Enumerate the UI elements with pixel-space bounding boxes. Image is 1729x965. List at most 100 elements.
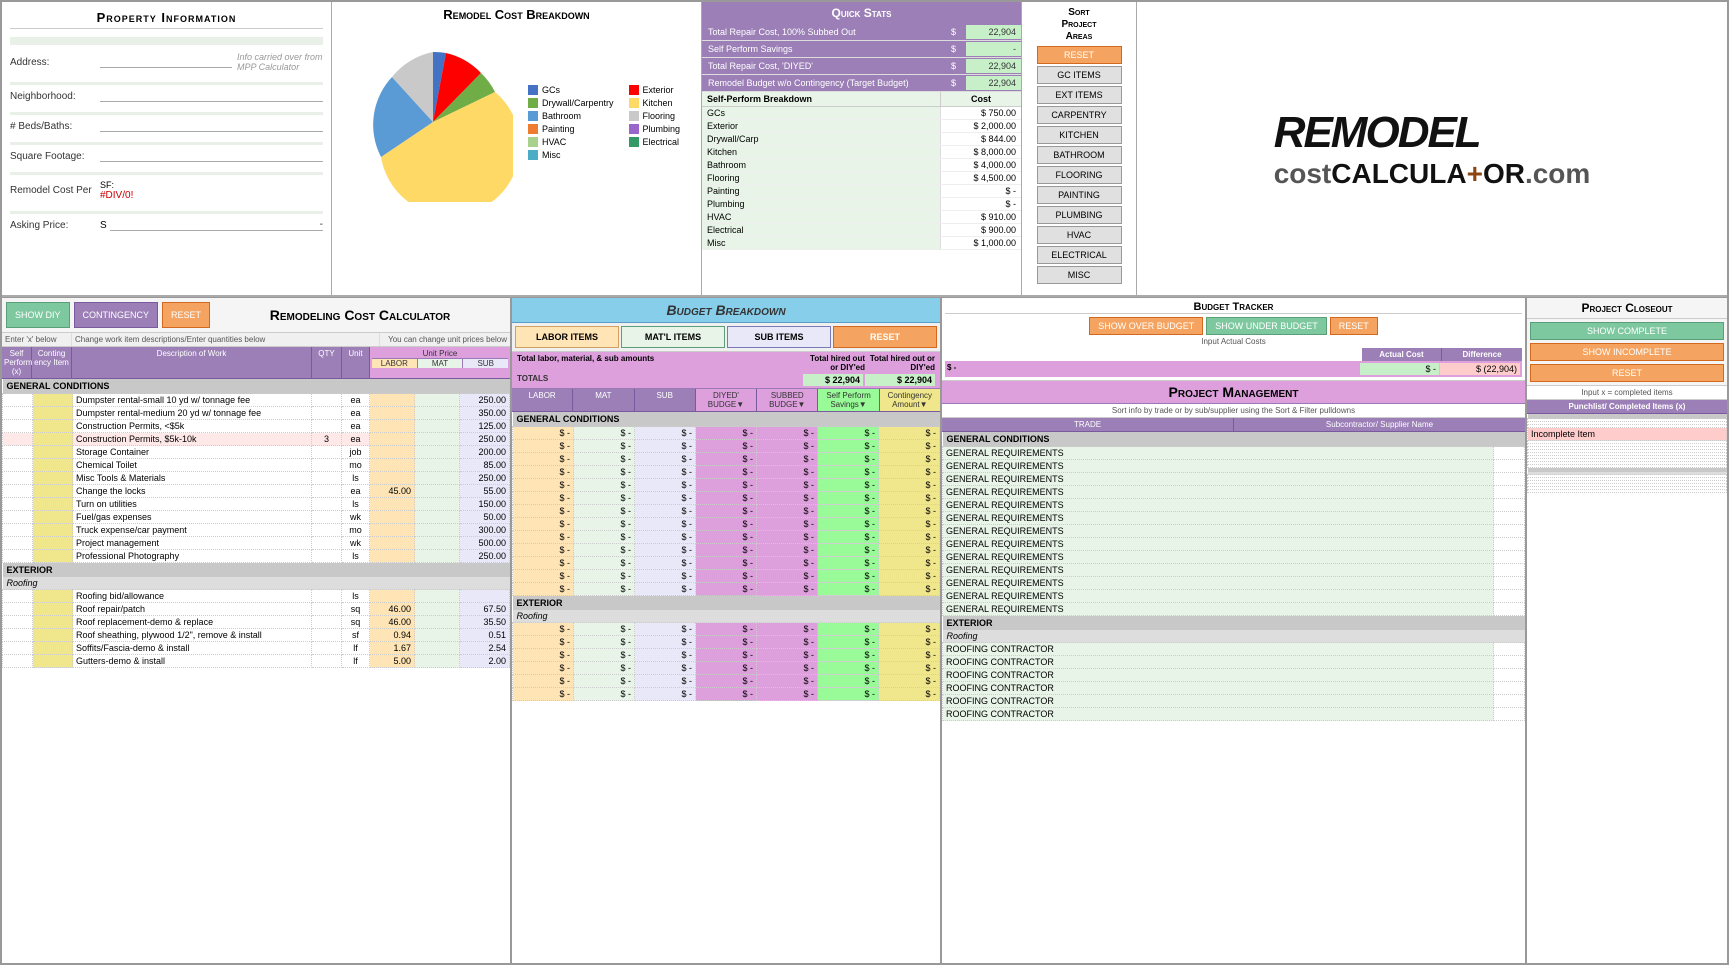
stat-row-1: Total Repair Cost, 100% Subbed Out $ 22,… (702, 24, 1021, 41)
table-row: Dumpster rental-small 10 yd w/ tonnage f… (3, 394, 510, 407)
closeout-scroll[interactable]: Incomplete Item (1527, 414, 1727, 963)
budget-table-scroll[interactable]: GENERAL CONDITIONS $ - $ - $ - $ - $ - $… (512, 412, 940, 963)
table-row: Truck expense/car payment mo 300.00 (3, 524, 510, 537)
green-divider4 (10, 172, 323, 175)
carpentry-button[interactable]: CARPENTRY (1037, 106, 1122, 124)
stat-row-3: Total Repair Cost, 'DIYED' $ 22,904 (702, 58, 1021, 75)
asking-input[interactable] (110, 219, 230, 231)
stats-grid-rows: GCs$ 750.00 Exterior$ 2,000.00 Drywall/C… (702, 107, 1021, 250)
labor-items-tab[interactable]: LABOR ITEMS (515, 326, 619, 348)
sp-row-kit: Kitchen$ 8,000.00 (702, 146, 1021, 159)
legend-flooring: Flooring (643, 111, 676, 121)
sort-title: SortProjectAreas (1027, 7, 1131, 43)
calc-table: GENERAL CONDITIONS Dumpster rental-small… (2, 379, 510, 668)
show-complete-button[interactable]: SHOW COMPLETE (1530, 322, 1724, 340)
sp-row-elec: Electrical$ 900.00 (702, 224, 1021, 237)
sqft-label: Square Footage: (10, 151, 100, 162)
total-hired-subbed-label: Total hired out or DIY'ed (865, 354, 935, 372)
beds-input[interactable] (100, 120, 323, 132)
table-row: Roofing bid/allowance ls (3, 590, 510, 603)
legend-hvac: HVAC (542, 137, 566, 147)
total-label: Total labor, material, & sub amounts (517, 354, 805, 372)
reset-calc-button[interactable]: RESET (162, 302, 210, 328)
flooring-button[interactable]: FLOORING (1037, 166, 1122, 184)
total-subbed-value: $ 22,904 (865, 374, 935, 386)
stat-value-4: 22,904 (966, 76, 1021, 90)
subcontractor-header: Subcontractor/ Supplier Name (1234, 418, 1525, 431)
table-row: Change the locks ea 45.00 55.00 (3, 485, 510, 498)
show-diy-button[interactable]: SHOW DIY (6, 302, 70, 328)
sub-items-tab[interactable]: SUB ITEMS (727, 326, 831, 348)
sp-row-dryw: Drywall/Carp$ 844.00 (702, 133, 1021, 146)
budget-tracker-reset-button[interactable]: RESET (1330, 317, 1378, 335)
table-row: Misc Tools & Materials ls 250.00 (3, 472, 510, 485)
green-divider3 (10, 142, 323, 145)
closeout-reset-button[interactable]: RESET (1530, 364, 1724, 382)
show-over-budget-button[interactable]: SHOW OVER BUDGET (1089, 317, 1203, 335)
misc-button[interactable]: MISC (1037, 266, 1122, 284)
neighborhood-row: Neighborhood: (10, 88, 323, 104)
address-input[interactable] (100, 56, 232, 68)
pm-table: GENERAL CONDITIONS GENERAL REQUIREMENTS … (942, 432, 1525, 721)
hvac-button[interactable]: HVAC (1037, 226, 1122, 244)
bathroom-button[interactable]: BATHROOM (1037, 146, 1122, 164)
input-actual-hint: Input Actual Costs (945, 337, 1522, 346)
kitchen-button[interactable]: KITCHEN (1037, 126, 1122, 144)
property-green-bar (10, 37, 323, 45)
th-contingency: Conting ency Item (32, 347, 72, 378)
calc-title: Remodeling Cost Calculator (214, 302, 506, 328)
table-row: Gutters-demo & install lf 5.00 2.00 (3, 655, 510, 668)
table-row: Roof replacement-demo & replace sq 46.00… (3, 616, 510, 629)
plumbing-button[interactable]: PLUMBING (1037, 206, 1122, 224)
sp-row-paint: Painting$ - (702, 185, 1021, 198)
bt-right-total: $ (22,904) (1440, 363, 1520, 375)
budget-reset-tab[interactable]: RESET (833, 326, 937, 348)
change-desc-hint: Change work item descriptions/Enter quan… (72, 333, 380, 346)
legend-plumbing: Plumbing (643, 124, 681, 134)
subsection-roofing: Roofing (3, 577, 510, 590)
contingency-button[interactable]: CONTINGENCY (74, 302, 159, 328)
beds-label: # Beds/Baths: (10, 121, 100, 132)
asking-row: Asking Price: S - (10, 217, 323, 233)
electrical-button[interactable]: ELECTRICAL (1037, 246, 1122, 264)
painting-button[interactable]: PAINTING (1037, 186, 1122, 204)
beds-row: # Beds/Baths: (10, 118, 323, 134)
show-incomplete-button[interactable]: SHOW INCOMPLETE (1530, 343, 1724, 361)
div-zero-value: #DIV/0! (100, 190, 323, 201)
total-hired-diyed-label: Total hired out or DIY'ed (805, 354, 865, 372)
stat-row-4: Remodel Budget w/o Contingency (Target B… (702, 75, 1021, 92)
show-under-budget-button[interactable]: SHOW UNDER BUDGET (1206, 317, 1327, 335)
legend-gcs: GCs (542, 85, 560, 95)
legend-drywall: Drywall/Carpentry (542, 98, 614, 108)
table-row: Storage Container job 200.00 (3, 446, 510, 459)
ext-items-button[interactable]: EXT ITEMS (1037, 86, 1122, 104)
table-row: Dumpster rental-medium 20 yd w/ tonnage … (3, 407, 510, 420)
sf-label: SF: (100, 180, 323, 190)
logo-remodel: REMODEL (1274, 108, 1591, 158)
sp-row-bath: Bathroom$ 4,000.00 (702, 159, 1021, 172)
stat-value-2: - (966, 42, 1021, 56)
stat-label-1: Total Repair Cost, 100% Subbed Out (702, 24, 951, 40)
gc-items-button[interactable]: GC ITEMS (1037, 66, 1122, 84)
reset-sort-button[interactable]: RESET (1037, 46, 1122, 64)
punchlist-header: Punchlist/ Completed Items (x) (1527, 400, 1727, 414)
closeout-title: Project Closeout (1527, 298, 1727, 319)
stat-value-1: 22,904 (966, 25, 1021, 39)
stat-value-3: 22,904 (966, 59, 1021, 73)
neighborhood-label: Neighborhood: (10, 91, 100, 102)
th-qty: QTY (312, 347, 342, 378)
sp-row-plumb: Plumbing$ - (702, 198, 1021, 211)
pm-table-scroll[interactable]: GENERAL CONDITIONS GENERAL REQUIREMENTS … (942, 432, 1525, 963)
neighborhood-input[interactable] (100, 90, 323, 102)
table-row: Chemical Toilet mo 85.00 (3, 459, 510, 472)
address-label: Address: (10, 57, 100, 68)
sqft-input[interactable] (100, 150, 323, 162)
calc-table-scroll[interactable]: GENERAL CONDITIONS Dumpster rental-small… (2, 379, 510, 963)
budget-table: GENERAL CONDITIONS $ - $ - $ - $ - $ - $… (512, 412, 940, 701)
totals-label-2: TOTALS (517, 374, 803, 386)
green-divider5 (10, 211, 323, 214)
green-divider1 (10, 82, 323, 85)
table-row: Project management wk 500.00 (3, 537, 510, 550)
matl-items-tab[interactable]: MAT'L ITEMS (621, 326, 725, 348)
total-diyed-value: $ 22,904 (803, 374, 863, 386)
